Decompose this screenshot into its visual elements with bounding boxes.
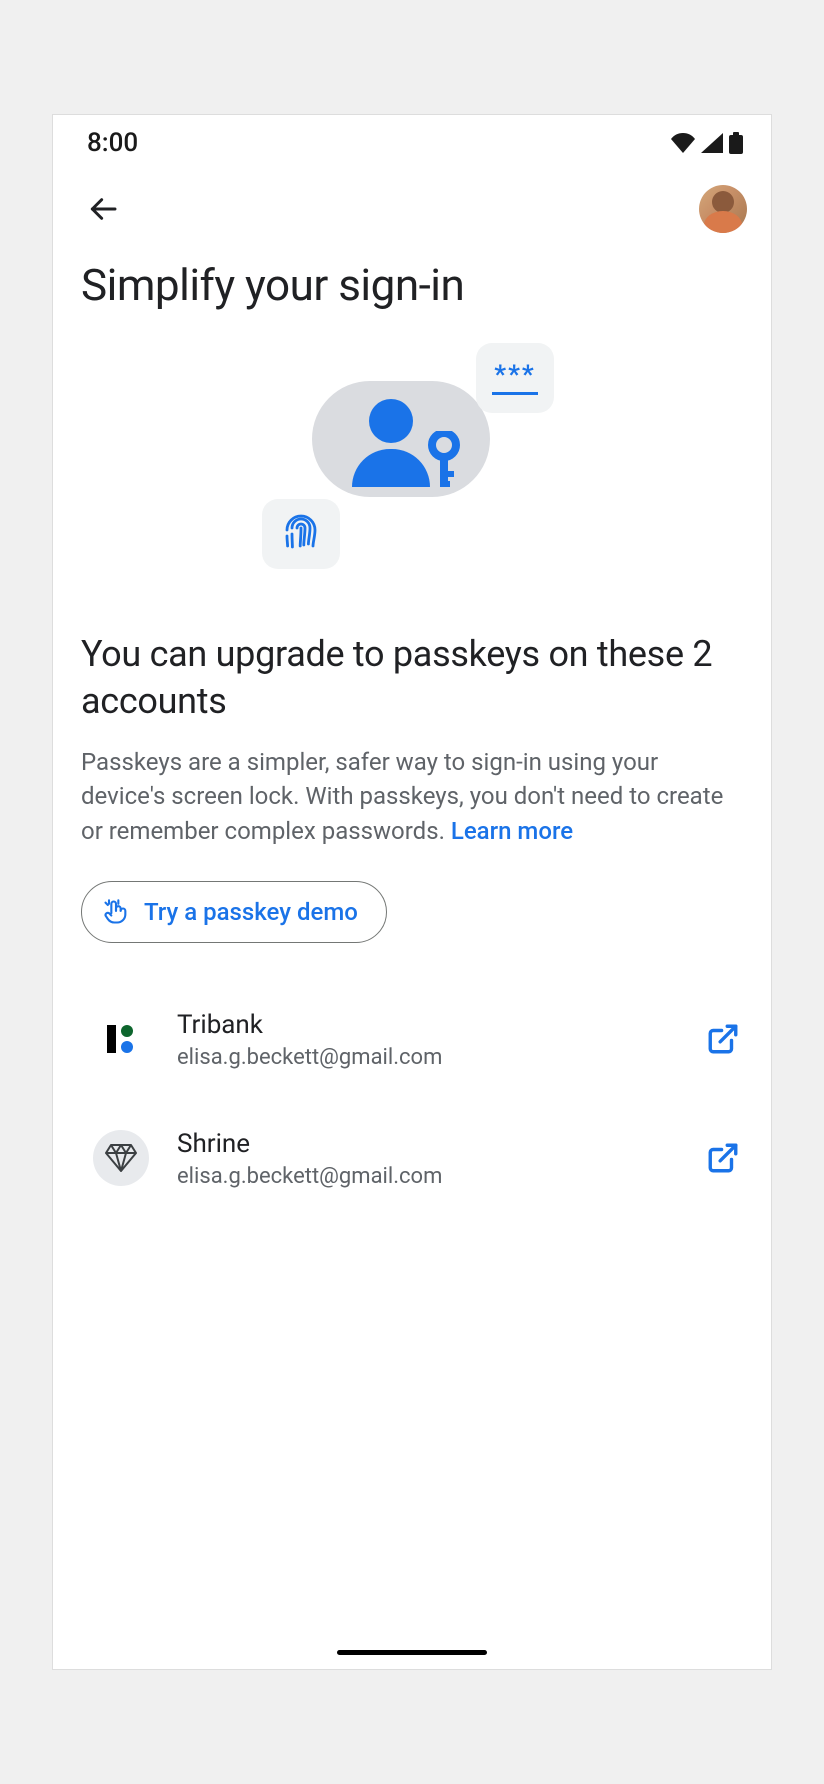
passkey-illustration: *** [262,341,562,581]
account-name: Tribank [177,1009,671,1043]
fingerprint-card-icon [262,499,340,569]
status-time: 8:00 [87,128,138,158]
account-text: Shrine elisa.g.beckett@gmail.com [177,1128,671,1189]
cell-signal-icon [701,133,723,153]
navigation-handle[interactable] [337,1650,487,1655]
account-row-shrine[interactable]: Shrine elisa.g.beckett@gmail.com [93,1110,757,1207]
account-row-tribank[interactable]: Tribank elisa.g.beckett@gmail.com [93,991,757,1088]
page-title: Simplify your sign-in [53,241,771,311]
account-email: elisa.g.beckett@gmail.com [177,1164,671,1189]
key-icon [426,431,462,491]
asterisks-icon: *** [494,362,535,388]
account-list: Tribank elisa.g.beckett@gmail.com [53,943,771,1207]
status-bar: 8:00 [53,115,771,171]
open-in-new-icon [706,1141,740,1175]
person-icon [352,399,430,487]
learn-more-link[interactable]: Learn more [451,817,573,845]
open-external-button[interactable] [699,1134,747,1182]
password-card-icon: *** [476,343,554,413]
fingerprint-icon [277,510,325,558]
body-text: Passkeys are a simpler, safer way to sig… [81,748,723,846]
open-in-new-icon [706,1022,740,1056]
status-icons [671,132,743,154]
demo-button-label: Try a passkey demo [144,898,358,926]
open-external-button[interactable] [699,1015,747,1063]
tribank-app-icon [93,1011,149,1067]
section-body: Passkeys are a simpler, safer way to sig… [53,725,771,849]
account-email: elisa.g.beckett@gmail.com [177,1045,671,1070]
hand-tap-icon [102,898,130,926]
battery-icon [729,132,743,154]
phone-screen: 8:00 Simplify your sign-in *** [52,114,772,1670]
back-button[interactable] [83,189,123,229]
try-passkey-demo-button[interactable]: Try a passkey demo [81,881,387,943]
account-name: Shrine [177,1128,671,1162]
wifi-icon [671,133,695,153]
arrow-back-icon [87,193,119,225]
section-heading: You can upgrade to passkeys on these 2 a… [53,591,771,725]
diamond-icon [104,1143,138,1173]
toolbar [53,177,771,241]
shrine-app-icon [93,1130,149,1186]
account-avatar[interactable] [699,185,747,233]
account-text: Tribank elisa.g.beckett@gmail.com [177,1009,671,1070]
